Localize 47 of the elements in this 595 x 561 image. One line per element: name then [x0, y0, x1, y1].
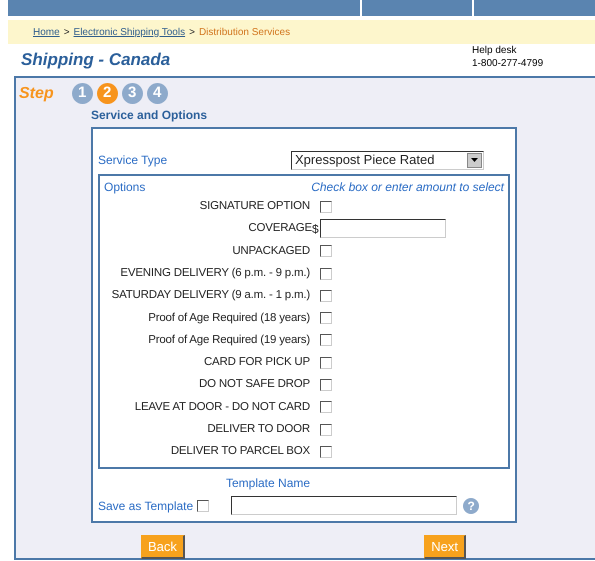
option-label: CARD FOR PICK UP [202, 355, 310, 370]
template-name-label: Template Name [226, 475, 312, 492]
checkbox[interactable] [320, 446, 332, 458]
field-label: Service Type [98, 152, 168, 169]
option-label: COVERAGE [247, 221, 312, 236]
checkbox[interactable] [320, 401, 332, 414]
option-label: Proof of Age Required (18 years) [147, 310, 310, 326]
checkbox[interactable] [320, 268, 332, 280]
checkbox[interactable] [320, 312, 332, 324]
step-indicator: 2 [96, 83, 118, 104]
options-hint: Check box or enter amount to select [311, 178, 504, 196]
option-label: SIGNATURE OPTION [198, 199, 310, 214]
template-name-field[interactable] [231, 496, 458, 516]
help-desk-label: Help desk [472, 44, 518, 57]
option-label: DO NOT SAFE DROP [198, 377, 310, 392]
checkbox[interactable] [320, 290, 332, 302]
breadcrumb-link[interactable]: Home [33, 24, 60, 40]
checkbox[interactable] [320, 379, 332, 392]
page-title: Shipping - Canada [21, 49, 170, 71]
step-indicator: 3 [122, 83, 143, 104]
step-indicator: 4 [146, 83, 168, 104]
step-indicator: 1 [72, 83, 93, 104]
option-label: Proof of Age Required (19 years) [147, 332, 310, 348]
checkbox[interactable] [320, 424, 332, 436]
amount-field[interactable] [320, 219, 446, 238]
checkbox[interactable] [320, 334, 332, 346]
options-label: Options [104, 178, 146, 196]
section-title: Service and Options [91, 106, 208, 124]
currency-symbol: $ [312, 220, 319, 238]
breadcrumb-current: Distribution Services [198, 26, 290, 40]
checkbox[interactable] [320, 245, 332, 258]
checkbox[interactable] [320, 356, 332, 369]
option-label: DELIVER TO DOOR [206, 422, 310, 437]
option-label: UNPACKAGED [231, 244, 310, 259]
option-label: SATURDAY DELIVERY (9 a.m. - 1 p.m.) [110, 288, 310, 304]
checkbox[interactable] [197, 500, 210, 512]
step-label: Step [19, 84, 54, 104]
breadcrumb-separator: > [189, 26, 195, 40]
option-label: EVENING DELIVERY (6 p.m. - 9 p.m.) [119, 266, 310, 281]
service-type-dropdown[interactable]: Xpresspost Piece Rated [291, 150, 484, 170]
breadcrumb-link[interactable]: Electronic Shipping Tools [74, 24, 186, 40]
save-template-label: Save as Template [98, 498, 194, 515]
breadcrumb-separator: > [64, 26, 70, 40]
option-label: DELIVER TO PARCEL BOX [170, 444, 310, 460]
help-desk-phone: 1-800-277-4799 [472, 57, 544, 70]
checkbox[interactable] [320, 200, 332, 213]
option-label: LEAVE AT DOOR - DO NOT CARD [134, 400, 310, 415]
